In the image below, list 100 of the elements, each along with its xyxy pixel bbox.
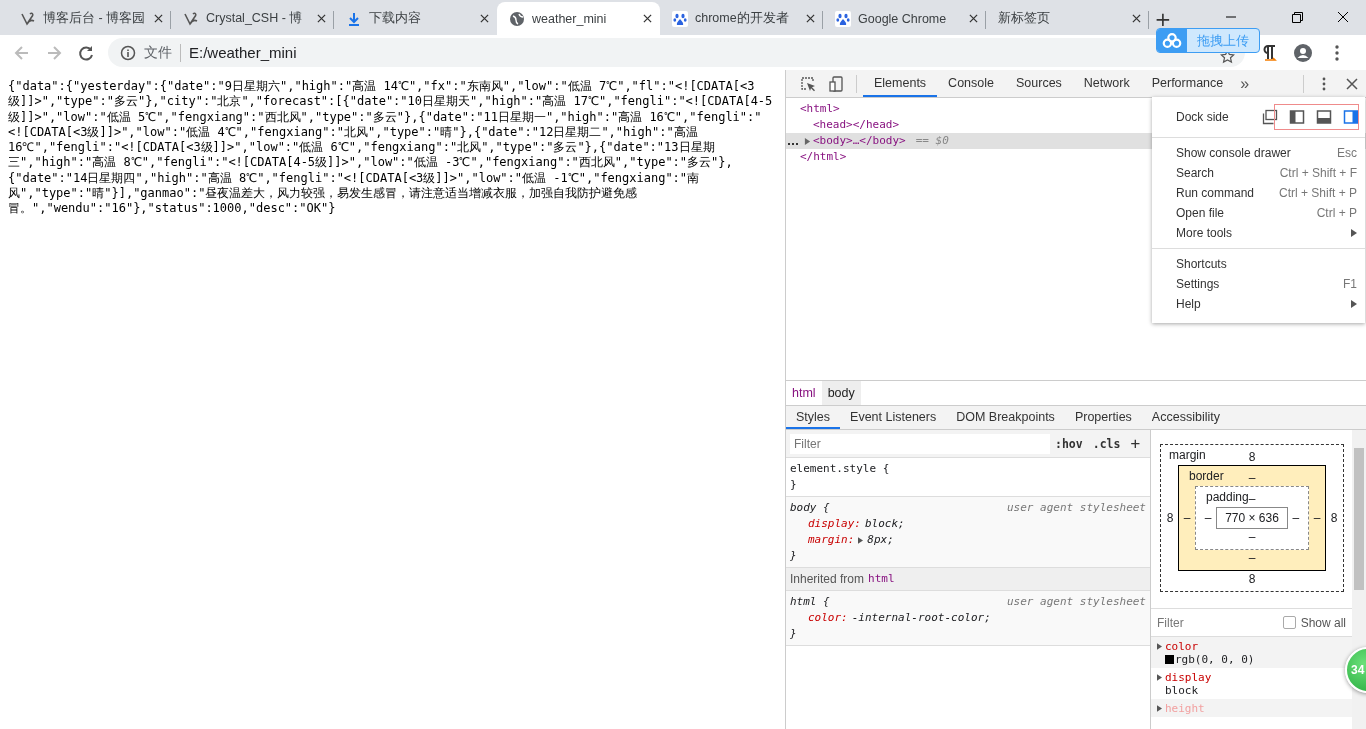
box-value[interactable]: –	[1200, 511, 1217, 525]
dom-node[interactable]: <html>	[800, 101, 840, 117]
devtools-tab[interactable]: Elements	[863, 70, 938, 97]
close-icon[interactable]	[317, 14, 326, 23]
css-selector: body {	[790, 500, 830, 516]
tab-title: 下载内容	[369, 10, 422, 27]
box-value[interactable]: –	[1179, 511, 1195, 525]
tab-title: 博客后台 - 博客园	[43, 10, 147, 27]
expand-triangle-icon[interactable]	[1157, 674, 1162, 681]
property-value: rgb(0, 0, 0)	[1175, 653, 1255, 666]
dock-bottom-icon[interactable]	[1316, 109, 1332, 125]
scrollbar[interactable]	[1354, 448, 1364, 590]
property-name[interactable]: color	[1165, 640, 1199, 653]
css-selector: element.style {	[790, 461, 890, 477]
tab-title: Crystal_CSH - 博	[206, 10, 304, 27]
css-property[interactable]: display:	[808, 516, 861, 532]
css-value[interactable]: -internal-root-color;	[851, 610, 991, 626]
dom-node[interactable]: </html>	[800, 149, 847, 165]
dock-left-icon[interactable]	[1289, 109, 1305, 125]
dock-right-icon[interactable]	[1343, 109, 1359, 125]
css-property[interactable]: margin:	[808, 532, 855, 548]
browser-tab[interactable]: Crystal_CSH - 博	[171, 2, 334, 35]
profile-icon[interactable]	[1293, 42, 1313, 63]
box-value[interactable]: –	[1248, 529, 1256, 545]
expand-triangle-icon[interactable]	[1157, 643, 1162, 650]
devtools-tab[interactable]: Network	[1072, 70, 1141, 97]
color-swatch[interactable]	[1165, 655, 1174, 664]
menu-item[interactable]: Open file	[1176, 206, 1317, 220]
dock-undock-icon[interactable]	[1262, 109, 1278, 125]
dom-node[interactable]: <body>…</body>	[813, 133, 906, 149]
box-value[interactable]: 8	[1248, 571, 1256, 587]
menu-item[interactable]: Search	[1176, 166, 1280, 180]
menu-item[interactable]: Settings	[1176, 277, 1343, 291]
new-tab-button[interactable]: +	[1153, 9, 1173, 29]
cloud-icon	[1157, 29, 1187, 52]
style-tool-button[interactable]: +	[1125, 434, 1146, 453]
dom-selection-note: == $0	[915, 133, 949, 149]
css-value[interactable]: 8px;	[867, 532, 894, 548]
box-value[interactable]: –	[1248, 491, 1256, 507]
devtools-tab[interactable]: Sources	[1005, 70, 1073, 97]
browser-tab[interactable]: chrome的开发者	[660, 2, 823, 35]
more-tabs-button[interactable]: »	[1234, 74, 1256, 93]
submenu-arrow-icon	[1351, 300, 1357, 308]
close-icon[interactable]	[154, 14, 163, 23]
sidebar-tab[interactable]: Event Listeners	[840, 406, 947, 429]
dom-node[interactable]: <head></head>	[813, 117, 900, 133]
browser-tab[interactable]: weather_mini	[497, 2, 660, 35]
property-value: block	[1165, 684, 1199, 697]
filter-placeholder[interactable]: Filter	[1157, 615, 1184, 630]
property-name[interactable]: display	[1165, 671, 1212, 684]
menu-item[interactable]: Show console drawer	[1176, 146, 1337, 160]
expand-triangle-icon[interactable]	[1157, 705, 1162, 712]
shortcut-text: Ctrl + Shift + P	[1278, 186, 1357, 200]
box-value[interactable]: –	[1248, 550, 1256, 566]
menu-item[interactable]: Shortcuts	[1176, 257, 1357, 271]
box-value[interactable]: –	[1309, 511, 1325, 525]
menu-item[interactable]: Help	[1176, 297, 1351, 311]
css-value[interactable]: block;	[865, 516, 905, 532]
browser-tab[interactable]: 新标签页	[986, 2, 1149, 35]
json-text: {"data":{"yesterday":{"date":"9日星期六","high":"高温 14℃","fx":"东南风","low":"低温 7℃","fl":"<![CDATA[<3 级]]>","type":"多云"},"city":"北京","forecast":[{"date":"10日星期天","high":"高温 17℃","fengli":"<![CDATA[4-5 级]]>","low":"低温 5℃","fengxiang":"西北风","type":"多云"},{"date":"11日星期一","high":"高温 16℃","fengli":" <![CDATA[<3级]]>","low":"低温 4℃","fengxiang":"北风","type":"晴"},{"date":"12日星期二","high":"高温 16℃","fengli":"<![CDATA[<3级]]>","low":"低温 6℃","fengxiang":"北风","type":"多云"},{"date":"13日星期 三","high":"高温 8℃","fengli":"<![CDATA[4-5级]]>","low":"低温 -3℃","fengxiang":"西北风","type":"多云"}, {"date":"14日星期四","high":"高温 8℃","fengli":"<![CDATA[<3级]]>","low":"低温 -1℃","fengxiang":"南 风","type":"晴"}],"ganmao":"昼夜温差大，风力较强，易发生感冒，请注意适当增减衣服，加强自我防护避免感 冒。","wendu":"16"},"status":1000,"desc":"OK"}	[8, 79, 774, 217]
breadcrumb[interactable]: html	[786, 381, 822, 405]
expand-triangle-icon[interactable]	[804, 137, 811, 145]
checkbox[interactable]	[1282, 616, 1296, 629]
close-icon[interactable]	[969, 14, 978, 23]
shortcut-text: Ctrl + P	[1316, 206, 1357, 220]
css-property[interactable]: color:	[808, 610, 848, 626]
security-label: 文件	[144, 43, 181, 62]
sidebar-tab[interactable]: Properties	[1064, 406, 1142, 429]
breadcrumb[interactable]: body	[821, 381, 861, 405]
browser-tab[interactable]: Google Chrome	[823, 2, 986, 35]
tab-title: Google Chrome	[858, 11, 948, 26]
devtools-tab[interactable]: Console	[937, 70, 1005, 97]
menu-item[interactable]: Run command	[1176, 186, 1279, 200]
browser-tab[interactable]: 博客后台 - 博客园	[8, 2, 171, 35]
paw-icon	[835, 10, 851, 27]
box-value[interactable]: 8	[1248, 449, 1256, 465]
box-value[interactable]: 8	[1162, 511, 1178, 525]
sidebar-tab[interactable]: DOM Breakpoints	[946, 406, 1065, 429]
style-tool-button[interactable]: .cls	[1087, 436, 1126, 451]
close-icon[interactable]	[480, 14, 489, 23]
menu-item[interactable]: More tools	[1176, 226, 1351, 240]
expand-triangle-icon[interactable]	[858, 536, 864, 544]
info-icon[interactable]	[120, 44, 136, 61]
box-value[interactable]: 8	[1326, 511, 1342, 525]
style-tool-button[interactable]: :hov	[1050, 436, 1088, 451]
close-icon[interactable]	[1132, 14, 1141, 23]
close-icon[interactable]	[643, 14, 652, 23]
shortcut-text: Ctrl + Shift + F	[1279, 166, 1357, 180]
sidebar-tab[interactable]: Accessibility	[1141, 406, 1230, 429]
box-value[interactable]: –	[1248, 470, 1256, 486]
browser-tab[interactable]: 下载内容	[334, 2, 497, 35]
box-value[interactable]: –	[1287, 511, 1304, 525]
inherited-element-link[interactable]: html	[868, 572, 895, 586]
devtools-tab[interactable]: Performance	[1140, 70, 1235, 97]
close-icon[interactable]	[1344, 75, 1360, 92]
box-label: margin	[1169, 448, 1206, 462]
device-icon[interactable]	[828, 75, 844, 92]
filter-field[interactable]: Filter	[790, 433, 1050, 454]
close-icon[interactable]	[806, 14, 815, 23]
inspect-icon[interactable]	[800, 75, 816, 92]
